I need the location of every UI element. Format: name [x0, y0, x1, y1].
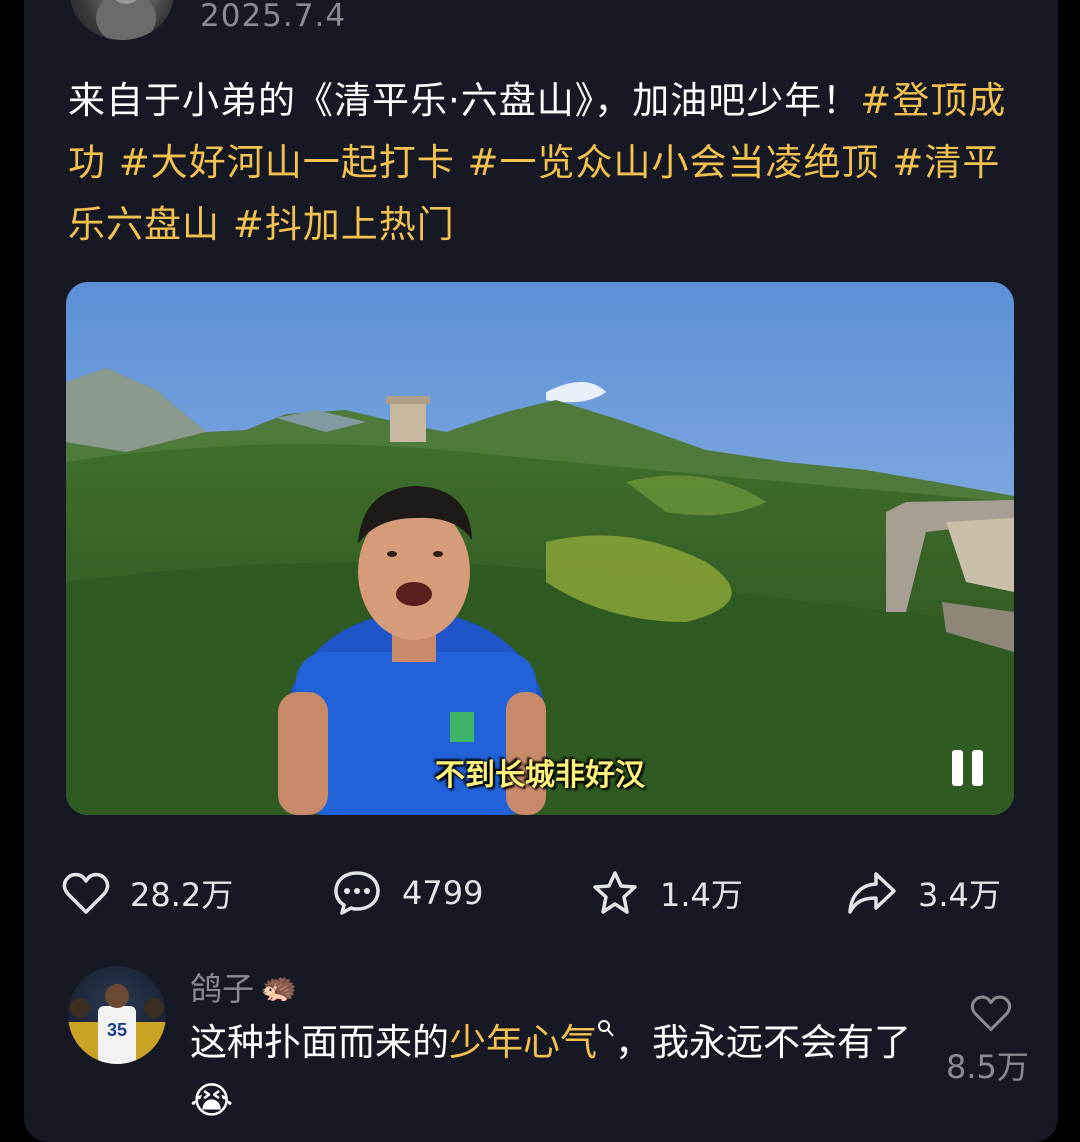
action-bar: 28.2万 4799 1.4万 3.4万	[0, 862, 1080, 924]
video-subtitle: 不到长城非好汉	[435, 758, 645, 793]
hedgehog-badge-icon: 🦔	[260, 969, 298, 1005]
search-highlight-link[interactable]: 少年心气	[449, 1020, 615, 1064]
like-button[interactable]: 28.2万	[62, 862, 233, 924]
like-count: 28.2万	[130, 876, 234, 914]
star-icon	[593, 871, 637, 914]
svg-text:35: 35	[107, 1020, 127, 1040]
video-frame	[66, 282, 1014, 815]
search-icon	[598, 1020, 614, 1037]
username: 鸽子	[190, 970, 255, 1008]
comment-text: 这种扑面而来的少年心气 ，我永远不会有了😭	[190, 1020, 911, 1122]
hashtag[interactable]: #一览众山小会当凌绝顶	[468, 141, 880, 184]
share-button[interactable]: 3.4万	[846, 862, 1001, 924]
hashtag[interactable]: #大好河山一起打卡	[119, 141, 455, 184]
comment-count: 4799	[402, 874, 484, 912]
comment-icon	[334, 871, 380, 915]
heart-icon	[970, 995, 1012, 1031]
heart-icon	[62, 872, 110, 914]
pause-icon[interactable]	[950, 750, 984, 786]
crying-emoji-icon: 😭	[190, 1079, 234, 1122]
comment-like-button[interactable]	[970, 994, 1012, 1036]
commenter-avatar[interactable]: 35	[68, 966, 166, 1064]
video-player[interactable]: 不到长城非好汉	[66, 282, 1014, 815]
share-count: 3.4万	[918, 876, 1001, 914]
caption-text: 来自于小弟的《清平乐·六盘山》，加油吧少年！	[68, 79, 861, 122]
share-icon	[848, 872, 896, 914]
post-caption: 来自于小弟的《清平乐·六盘山》，加油吧少年！#登顶成功 #大好河山一起打卡 #一…	[68, 70, 1018, 256]
commenter-name[interactable]: 鸽子 🦔	[190, 964, 297, 1010]
favorite-button[interactable]: 1.4万	[590, 862, 743, 924]
hashtag[interactable]: #抖加上热门	[233, 203, 455, 246]
favorite-count: 1.4万	[660, 876, 743, 914]
post-date: 2025.7.4	[200, 0, 347, 34]
comment-button[interactable]: 4799	[332, 862, 483, 924]
comment-like-count: 8.5万	[946, 1048, 1029, 1086]
